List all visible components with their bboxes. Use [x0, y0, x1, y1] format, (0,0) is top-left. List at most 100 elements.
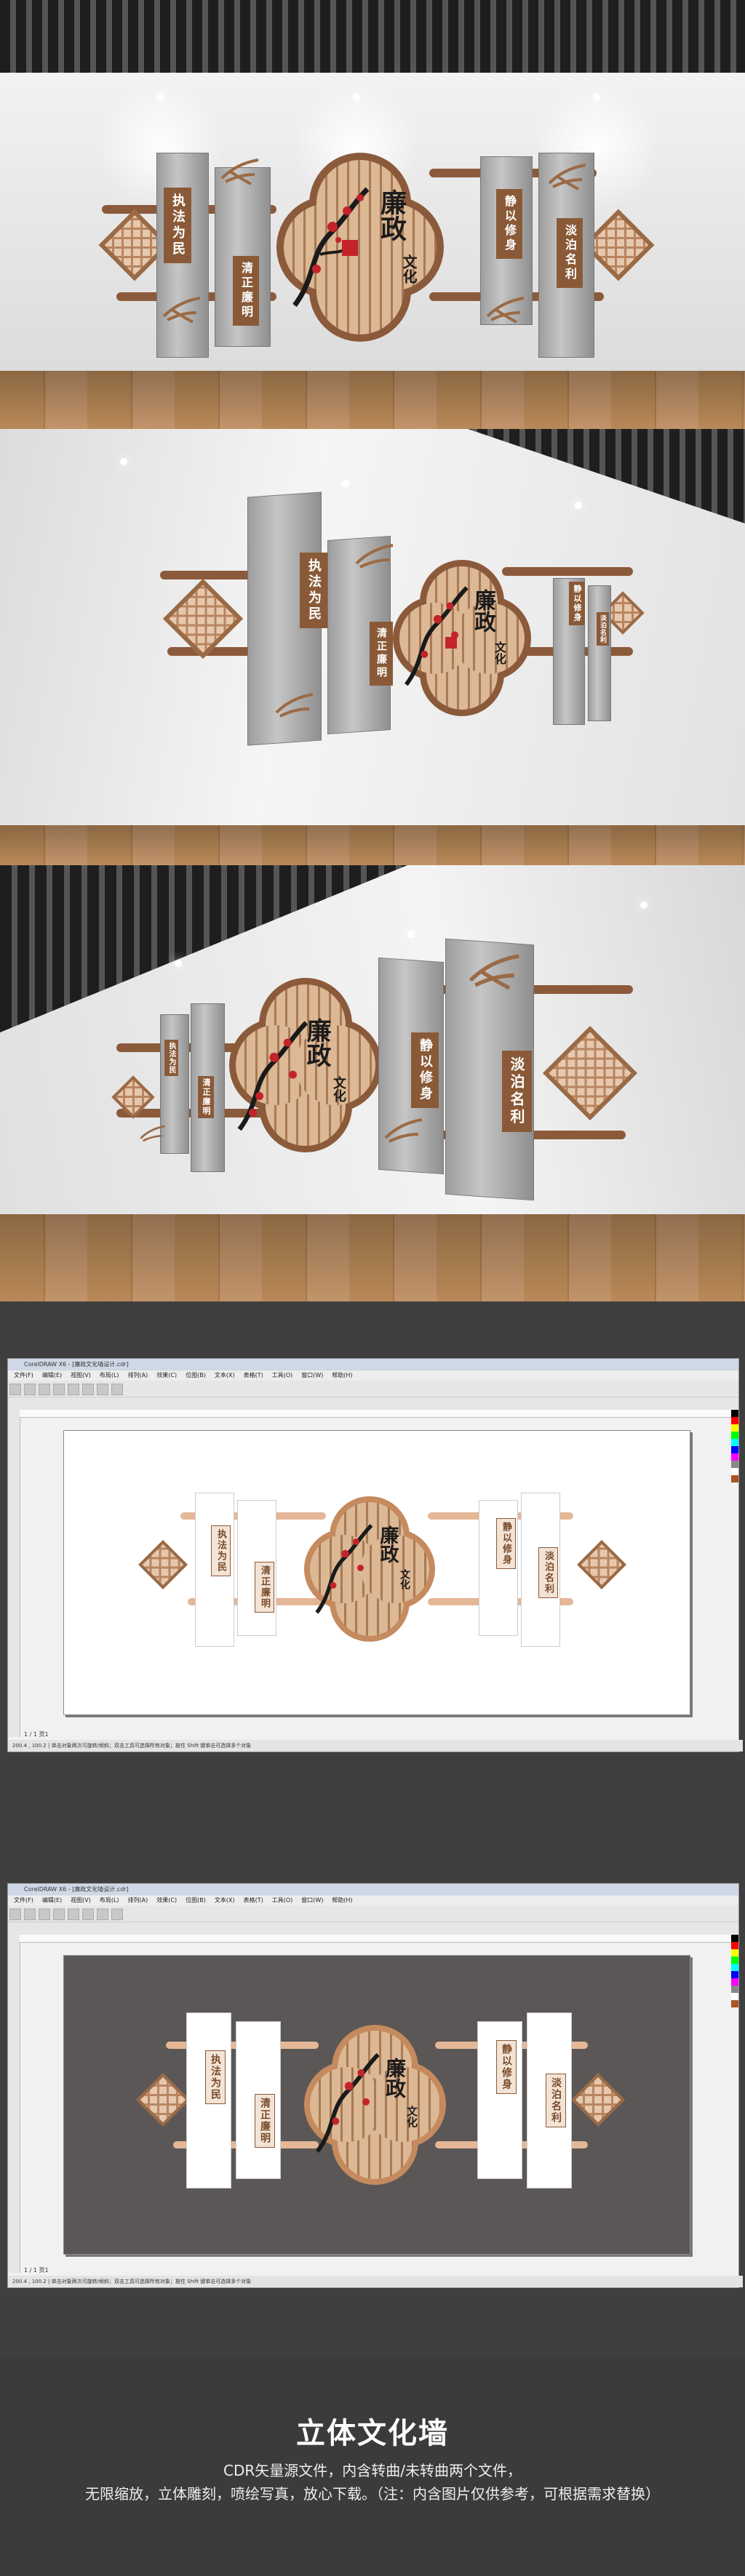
bamboo-leaves — [548, 164, 586, 190]
panel-title: 清正廉明 — [255, 2094, 275, 2148]
panel-title: 淡泊名利 — [546, 2074, 566, 2127]
red-seal — [445, 637, 457, 649]
tool-button[interactable] — [111, 1384, 123, 1395]
wood-floor — [0, 371, 745, 429]
menu-item[interactable]: 效果(C) — [156, 1897, 177, 1903]
bamboo-leaves — [384, 1118, 423, 1143]
spotlight — [640, 902, 648, 909]
bamboo-leaves — [469, 954, 519, 990]
ruler — [20, 1935, 731, 1943]
spotlight — [175, 960, 182, 967]
panel-title: 执法为民 — [211, 1525, 231, 1576]
main-title-char: 廉政 — [470, 589, 495, 633]
tool-button[interactable] — [53, 1384, 65, 1395]
panel-title: 淡泊名利 — [538, 1547, 558, 1598]
wall-render-2: 执法为民 清正廉明 廉政 文化 静以修身 淡泊名利 — [0, 429, 745, 865]
tool-button[interactable] — [82, 1384, 94, 1395]
menu-item[interactable]: 布局(L) — [100, 1372, 119, 1379]
tool-button[interactable] — [39, 1384, 50, 1395]
tool-button[interactable] — [9, 1909, 21, 1920]
document-page: 执法为民 清正廉明 廉政 文化 静以修身 淡泊名利 — [63, 1430, 690, 1715]
bamboo-leaves — [220, 159, 259, 185]
tool-button[interactable] — [53, 1909, 65, 1920]
spotlight — [575, 502, 582, 509]
panel-title: 执法为民 — [164, 1040, 178, 1076]
main-subtitle: 文化 — [493, 641, 506, 665]
menu-item[interactable]: 文本(X) — [215, 1897, 235, 1903]
ruler — [20, 1410, 731, 1418]
tool-button[interactable] — [82, 1909, 94, 1920]
app-title: CorelDRAW X6 - [廉政文化墙设计.cdr] — [8, 1359, 738, 1371]
document-page: 执法为民 清正廉明 廉政 文化 静以修身 淡泊名利 — [63, 1955, 690, 2255]
lattice-ornament-right — [577, 1540, 626, 1589]
menu-item[interactable]: 排列(A) — [128, 1372, 148, 1379]
bamboo-leaves — [486, 297, 525, 324]
status-bar: 200.4 , 100.2 | 单击对象两次可旋转/倾斜；双击工具可选择所有对象… — [8, 1740, 743, 1752]
menu-bar: 文件(F) 编辑(E) 视图(V) 布局(L) 排列(A) 效果(C) 位图(B) 文本(X)… — [8, 1371, 738, 1381]
toolbox[interactable] — [8, 1935, 20, 2273]
color-palette[interactable] — [731, 1410, 738, 1482]
tool-button[interactable] — [97, 1384, 108, 1395]
footer-title: 立体文化墙 — [296, 2417, 449, 2450]
bamboo-leaves — [162, 297, 201, 324]
tool-button[interactable] — [24, 1384, 36, 1395]
menu-item[interactable]: 布局(L) — [100, 1897, 119, 1903]
app-window: CorelDRAW X6 - [廉政文化墙设计.cdr] 文件(F) 编辑(E) 视… — [7, 1883, 743, 2288]
menu-item[interactable]: 视图(V) — [71, 1897, 91, 1903]
status-bar: 200.4 , 100.2 | 单击对象两次可旋转/倾斜；双击工具可选择所有对象… — [8, 2276, 743, 2287]
page-indicator[interactable]: 1 / 1 页1 — [24, 2266, 49, 2274]
tool-button[interactable] — [68, 1909, 79, 1920]
menu-item[interactable]: 帮助(H) — [332, 1897, 352, 1903]
menu-item[interactable]: 文本(X) — [215, 1372, 235, 1379]
panel-title: 静以修身 — [496, 2040, 517, 2094]
menu-item[interactable]: 位图(B) — [186, 1372, 206, 1379]
bamboo-leaves — [275, 693, 314, 718]
tool-button[interactable] — [68, 1384, 79, 1395]
main-title-char: 廉政 — [377, 1525, 399, 1563]
menu-bar: 文件(F) 编辑(E) 视图(V) 布局(L) 排列(A) 效果(C) 位图(B) 文本(X)… — [8, 1895, 738, 1906]
toolbar — [8, 1906, 738, 1922]
menu-item[interactable]: 视图(V) — [71, 1372, 91, 1379]
menu-item[interactable]: 编辑(E) — [42, 1372, 62, 1379]
tool-button[interactable] — [9, 1384, 21, 1395]
ceiling — [0, 0, 745, 73]
panel-right-2 — [588, 585, 611, 721]
spotlight — [156, 93, 164, 100]
plum-branch — [237, 1021, 308, 1131]
tool-button[interactable] — [97, 1909, 108, 1920]
menu-item[interactable]: 窗口(W) — [301, 1897, 323, 1903]
menu-item[interactable]: 工具(O) — [272, 1372, 293, 1379]
wood-floor — [0, 1214, 745, 1301]
menu-item[interactable]: 效果(C) — [156, 1372, 177, 1379]
menu-item[interactable]: 编辑(E) — [42, 1897, 62, 1903]
menu-item[interactable]: 帮助(H) — [332, 1372, 352, 1379]
menu-item[interactable]: 文件(F) — [14, 1372, 33, 1379]
menu-item[interactable]: 文件(F) — [14, 1897, 33, 1903]
plum-branch — [315, 1524, 373, 1614]
bamboo-leaves — [355, 544, 394, 569]
tool-button[interactable] — [111, 1909, 123, 1920]
main-subtitle: 文化 — [405, 2106, 418, 2127]
toolbox[interactable] — [8, 1410, 20, 1737]
footer-banner: 立体文化墙 CDR矢量源文件，内含转曲/未转曲两个文件， 无限缩放，立体雕刻，喷… — [0, 2359, 745, 2576]
spotlight — [342, 480, 349, 487]
spotlight — [407, 931, 415, 938]
panel-title: 执法为民 — [300, 553, 327, 628]
tool-button[interactable] — [24, 1909, 36, 1920]
menu-item[interactable]: 表格(T) — [244, 1897, 263, 1903]
menu-item[interactable]: 排列(A) — [128, 1897, 148, 1903]
panel-title: 静以修身 — [411, 1032, 439, 1108]
spotlight — [353, 93, 360, 100]
page-indicator[interactable]: 1 / 1 页1 — [24, 1730, 49, 1738]
menu-item[interactable]: 窗口(W) — [301, 1372, 323, 1379]
tool-button[interactable] — [39, 1909, 50, 1920]
menu-item[interactable]: 表格(T) — [244, 1372, 263, 1379]
plum-branch — [315, 2053, 380, 2153]
color-palette[interactable] — [731, 1935, 738, 2007]
menu-item[interactable]: 位图(B) — [186, 1897, 206, 1903]
main-title-char: 廉政 — [383, 2058, 407, 2098]
spotlight — [593, 93, 600, 100]
wood-floor — [0, 825, 745, 865]
menu-item[interactable]: 工具(O) — [272, 1897, 293, 1903]
software-preview-2: CorelDRAW X6 - [廉政文化墙设计.cdr] 文件(F) 编辑(E) 视… — [0, 1825, 745, 2359]
